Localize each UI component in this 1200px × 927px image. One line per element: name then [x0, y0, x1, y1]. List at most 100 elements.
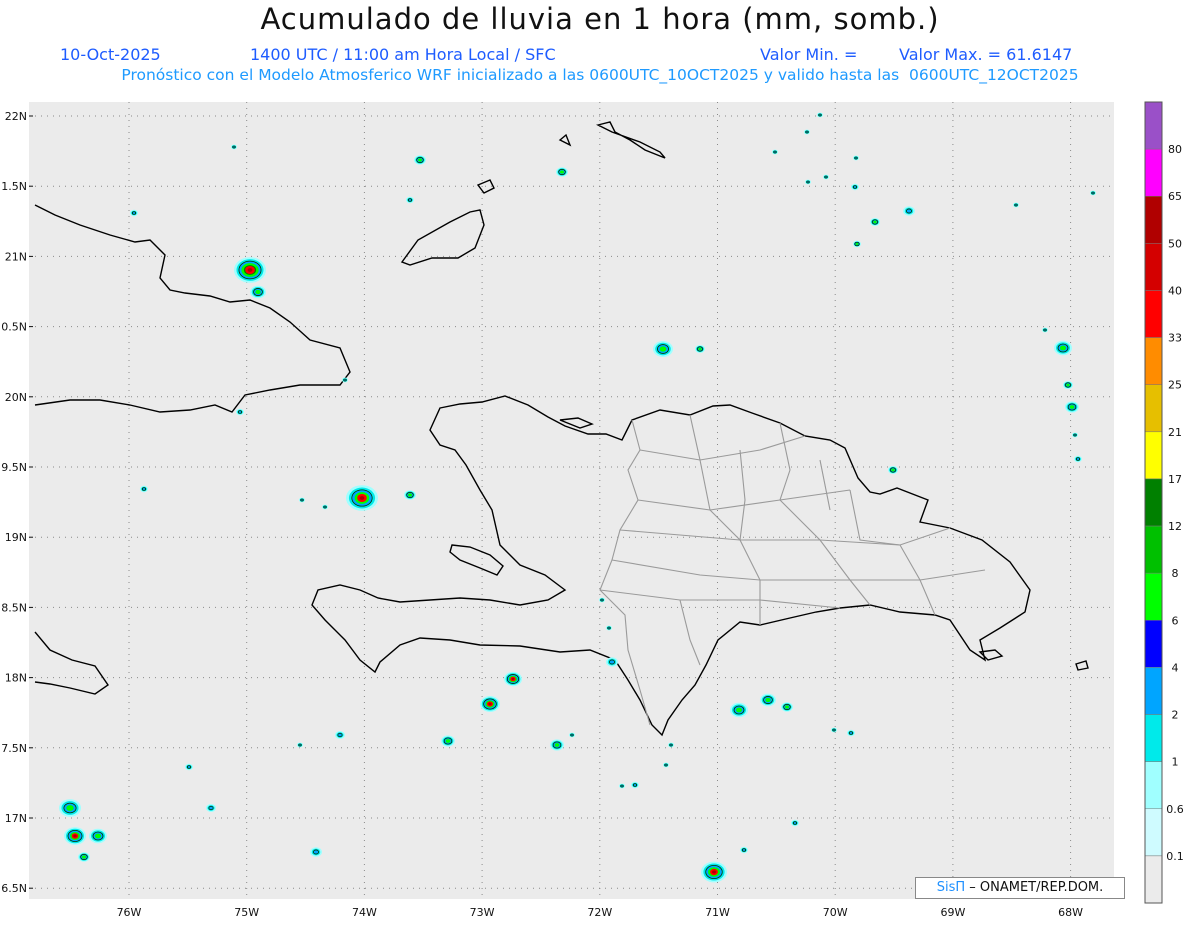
rain-cell — [1063, 381, 1073, 389]
legend-swatch — [1144, 761, 1163, 810]
legend-tick-label: 25 — [1168, 379, 1182, 392]
rain-cell — [59, 799, 81, 817]
rainfall-map: 22N 1.5N 21N 0.5N 20N 9.5N 19N 8.5N 18N 7.5N 17N 6.… — [1, 101, 1184, 919]
rain-cell — [1072, 432, 1078, 438]
lat-label: 18N — [5, 672, 27, 685]
lon-label: 76W — [117, 906, 142, 919]
rain-cell — [663, 762, 669, 768]
rain-cell — [250, 285, 266, 299]
lat-label: 21N — [5, 250, 27, 263]
legend-swatch — [1144, 667, 1163, 715]
rain-cell — [772, 149, 778, 155]
sispi-logo: SisΠ — [936, 880, 966, 895]
rain-cell — [89, 828, 107, 844]
rain-cell — [760, 693, 776, 707]
legend-swatch — [1144, 525, 1163, 574]
lat-label: 19N — [5, 531, 27, 544]
rain-cell — [236, 408, 244, 416]
rain-cell — [342, 377, 348, 383]
legend-swatch — [1144, 808, 1163, 857]
legend-swatch — [1144, 478, 1163, 527]
rain-cell — [853, 155, 859, 161]
rain-cell — [185, 763, 193, 771]
rain-cell — [781, 702, 793, 712]
rain-cell — [1042, 327, 1048, 333]
lat-label: 22N — [5, 110, 27, 123]
rain-cell — [606, 625, 612, 631]
rain-cell — [668, 742, 674, 748]
rain-cell — [1054, 340, 1072, 356]
rain-cell — [695, 345, 705, 353]
rain-cell — [805, 179, 811, 185]
rain-cell — [130, 209, 138, 217]
legend-tick-label: 21 — [1168, 426, 1182, 439]
legend-tick-label: 6 — [1172, 614, 1179, 627]
rain-cell — [631, 781, 639, 789]
legend-swatch — [1144, 855, 1163, 904]
credit-box: SisΠ – ONAMET/REP.DOM. — [915, 877, 1125, 899]
lat-label: 6.5N — [1, 882, 27, 895]
rain-cell — [823, 174, 829, 180]
rain-cell — [870, 218, 880, 226]
rain-cell — [730, 702, 748, 718]
legend-tick-label: 33 — [1168, 332, 1182, 345]
legend-tick-label: 12 — [1168, 520, 1182, 533]
rain-cell — [740, 846, 748, 854]
lat-label: 20N — [5, 391, 27, 404]
rain-cell — [297, 742, 303, 748]
legend-tick-label: 2 — [1172, 709, 1179, 722]
lon-label: 70W — [823, 906, 848, 919]
lat-label: 0.5N — [1, 321, 27, 334]
legend-tick-label: 8 — [1172, 567, 1179, 580]
lat-label: 17N — [5, 812, 27, 825]
rain-cell — [851, 183, 859, 191]
rain-cell — [1074, 455, 1082, 463]
legend-tick-label: 80 — [1168, 143, 1182, 156]
rain-cell — [404, 490, 416, 500]
lon-label: 73W — [470, 906, 495, 919]
rain-cell — [1013, 202, 1019, 208]
legend-tick-label: 0.6 — [1166, 803, 1184, 816]
longitude-labels: 76W 75W 74W 73W 72W 71W 70W 69W 68W — [117, 906, 1084, 919]
rain-cell — [234, 257, 266, 283]
rain-cell — [480, 696, 500, 712]
lat-label: 8.5N — [1, 601, 27, 614]
rain-cell — [791, 819, 799, 827]
legend-tick-label: 17 — [1168, 473, 1182, 486]
rain-cell — [903, 206, 915, 216]
rain-cell — [1090, 190, 1096, 196]
lon-label: 69W — [940, 906, 965, 919]
rain-cell — [406, 196, 414, 204]
rain-cell — [817, 112, 823, 118]
legend-swatch — [1144, 290, 1163, 338]
rain-cell — [231, 144, 237, 150]
lon-label: 75W — [234, 906, 259, 919]
lat-label: 9.5N — [1, 461, 27, 474]
lat-label: 1.5N — [1, 180, 27, 193]
rain-cell — [831, 727, 837, 733]
legend-tick-label: 65 — [1168, 190, 1182, 203]
rain-cell — [888, 466, 898, 474]
legend-swatch — [1144, 620, 1163, 668]
rain-cell — [847, 729, 855, 737]
legend-tick-label: 40 — [1168, 284, 1182, 297]
color-legend: 0.10.612468121721253340506580 — [1144, 101, 1184, 904]
rain-cell — [140, 485, 148, 493]
legend-swatch — [1144, 431, 1163, 480]
lon-label: 71W — [705, 906, 730, 919]
lat-label: 7.5N — [1, 742, 27, 755]
rain-cell — [853, 240, 861, 248]
legend-tick-label: 0.1 — [1166, 850, 1184, 863]
rain-cell — [606, 657, 618, 667]
rain-cell — [299, 497, 305, 503]
rain-cell — [310, 847, 322, 857]
legend-swatch — [1144, 572, 1163, 621]
legend-tick-label: 50 — [1168, 237, 1182, 250]
rain-cell — [414, 155, 426, 165]
rain-cell — [804, 129, 810, 135]
rain-cell — [78, 852, 90, 862]
rain-cell — [441, 735, 455, 747]
rain-cell — [335, 731, 345, 739]
lon-label: 72W — [587, 906, 612, 919]
legend-swatch — [1144, 337, 1163, 385]
